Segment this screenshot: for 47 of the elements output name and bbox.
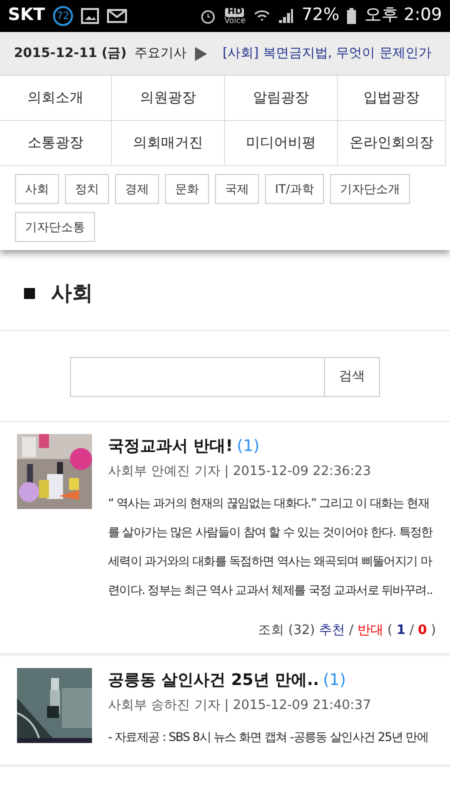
article-title[interactable]: 공릉동 살인사건 25년 만에.. xyxy=(108,668,320,692)
category-button[interactable]: 문화 xyxy=(165,174,209,204)
comment-count: (1) xyxy=(323,668,346,690)
square-bullet-icon xyxy=(24,288,35,300)
play-arrow-icon xyxy=(194,47,207,61)
menu-link[interactable]: 온라인회의장 xyxy=(337,120,446,166)
category-button[interactable]: 기자단소통 xyxy=(15,212,95,242)
ticker-date: 2015-12-11 (금) xyxy=(14,45,127,64)
category-button[interactable]: 경제 xyxy=(115,174,159,204)
headline-link[interactable]: [사회] 복면금지법, 무엇이 문제인가 xyxy=(222,44,432,64)
stat-text: 반대 xyxy=(357,622,384,640)
menu-link[interactable]: 소통광장 xyxy=(0,120,112,166)
clock-time: 오후 2:09 xyxy=(364,4,442,28)
alarm-icon xyxy=(200,8,216,24)
image-icon xyxy=(81,8,100,24)
stat-text: 조회 (32) xyxy=(258,622,315,640)
stat-text: 0 xyxy=(418,622,427,640)
category-button[interactable]: IT/과학 xyxy=(265,174,324,204)
stat-text: 추천 xyxy=(318,622,345,640)
search-field[interactable] xyxy=(70,356,324,396)
stat-text: 1 xyxy=(396,622,406,640)
stat-text: / xyxy=(348,622,354,640)
article-byline: 사회부 안예진 기자 | 2015-12-09 22:36:23 xyxy=(108,462,372,480)
battery-percent: 72% xyxy=(302,4,340,28)
stat-text: ( xyxy=(387,622,392,640)
search-button[interactable]: 검색 xyxy=(324,356,380,396)
battery-icon xyxy=(347,8,356,24)
category-button[interactable]: 정치 xyxy=(65,174,109,204)
ticker-label: 주요기사 xyxy=(134,45,187,64)
mail-icon xyxy=(107,9,128,23)
notification-count: 72 xyxy=(53,6,74,26)
stat-text: / xyxy=(409,622,414,640)
article-title[interactable]: 국정교과서 반대! xyxy=(108,434,233,458)
category-button[interactable]: 국제 xyxy=(215,174,259,204)
article-summary: - 자료제공 : SBS 8시 뉴스 화면 캡쳐 -공릉동 살인사건 25년 만에 xyxy=(108,729,430,746)
menu-link[interactable]: 의회소개 xyxy=(0,75,112,121)
menu-link[interactable]: 입법광장 xyxy=(337,75,446,121)
stat-text: ) xyxy=(430,622,436,640)
comment-count: (1) xyxy=(236,434,260,456)
voice-label: Voice xyxy=(224,16,246,24)
section-title: 사회 xyxy=(51,280,93,307)
article-byline: 사회부 송하진 기자 | 2015-12-09 21:40:37 xyxy=(108,696,372,714)
article-summary: “ 역사는 과거의 현재의 끊임없는 대화다.” 그리고 이 대화는 현재를 살아가는 많은 사람들이 참여 할 수 있는 것이어야 한다. 특정한 세력이 과거와의 대화를 독점하면 역사는 왜곡되며 삐뚤어지기 마련이다. 정부는 최근 역사 교과서 체제를 국정 교과서로 뒤바꾸려.. xyxy=(108,495,434,599)
carrier-name: SKT xyxy=(8,4,46,28)
signal-icon xyxy=(278,8,294,24)
category-button[interactable]: 기자단소개 xyxy=(330,174,410,204)
category-button[interactable]: 사회 xyxy=(15,174,59,204)
